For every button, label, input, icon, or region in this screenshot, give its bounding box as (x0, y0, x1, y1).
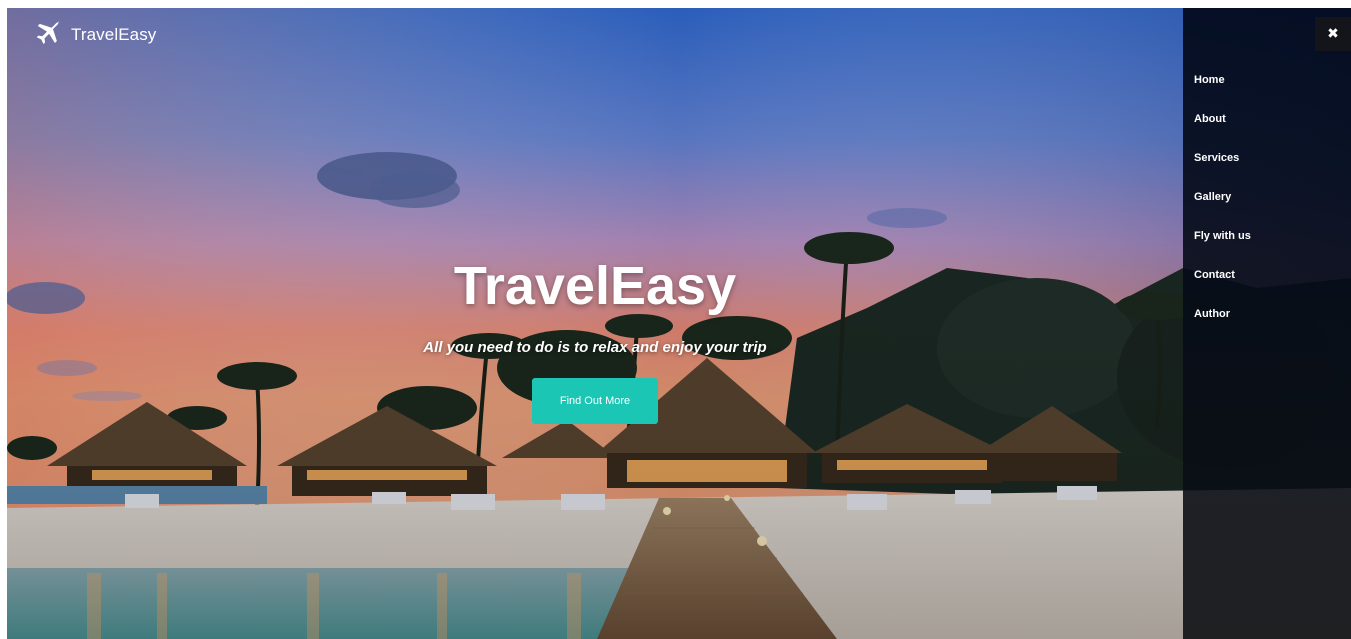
airplane-icon (36, 20, 60, 44)
nav-item-contact[interactable]: Contact (1194, 267, 1251, 306)
nav-item-fly-with-us[interactable]: Fly with us (1194, 228, 1251, 267)
sidebar-nav: ✖ Home About Services Gallery Fly with u… (1183, 8, 1351, 639)
hero-section: TravelEasy All you need to do is to rela… (7, 254, 1183, 424)
find-out-more-button[interactable]: Find Out More (532, 378, 658, 424)
hero-title: TravelEasy (453, 256, 737, 316)
page-frame: TravelEasy TravelEasy All you need to do… (7, 8, 1351, 639)
nav-item-gallery[interactable]: Gallery (1194, 189, 1251, 228)
brand-logo[interactable]: TravelEasy (33, 20, 156, 50)
hero-subtitle: All you need to do is to relax and enjoy… (423, 339, 767, 356)
nav-item-author[interactable]: Author (1194, 306, 1251, 345)
nav-item-about[interactable]: About (1194, 111, 1251, 150)
brand-name: TravelEasy (71, 25, 157, 44)
nav-menu: Home About Services Gallery Fly with us … (1194, 72, 1251, 345)
close-menu-button[interactable]: ✖ (1315, 17, 1351, 51)
nav-item-services[interactable]: Services (1194, 150, 1251, 189)
nav-item-home[interactable]: Home (1194, 72, 1251, 111)
